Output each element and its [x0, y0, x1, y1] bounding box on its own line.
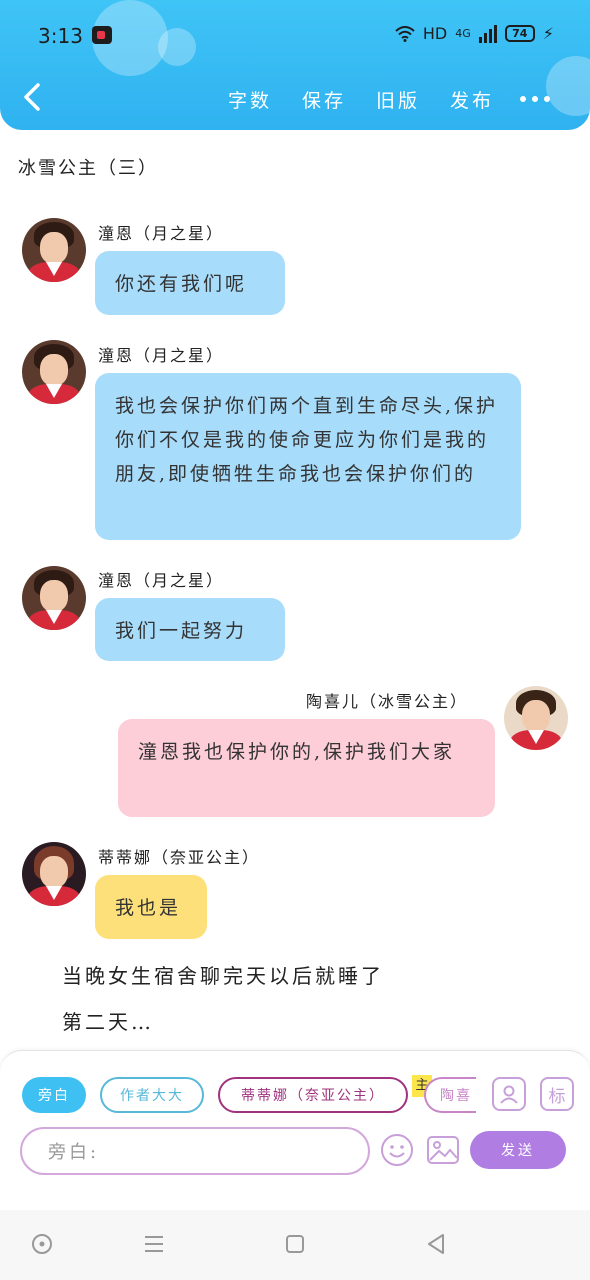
home-icon[interactable]: [283, 1232, 307, 1256]
old-version-button[interactable]: 旧版: [376, 86, 420, 113]
narration-text[interactable]: 当晚女生宿舍聊完天以后就睡了: [62, 960, 384, 989]
menu-icon[interactable]: [142, 1232, 166, 1256]
network-label: HD: [422, 24, 448, 43]
speaker-name: 潼恩（月之星）: [98, 224, 225, 243]
assistant-icon[interactable]: [30, 1232, 54, 1256]
app-header: 3:13 HD 4G 74 ⚡ 字数 保存 旧版 发布: [0, 0, 590, 130]
system-nav-bar: [0, 1210, 590, 1280]
avatar[interactable]: [22, 566, 86, 630]
speaker-name: 潼恩（月之星）: [98, 346, 225, 365]
word-count-button[interactable]: 字数: [228, 86, 272, 113]
cell-label: 4G: [455, 27, 471, 40]
screen-record-icon: [92, 26, 112, 44]
decor-bubble: [546, 56, 590, 116]
message-bubble[interactable]: 潼恩我也保护你的,保护我们大家: [118, 719, 495, 817]
charging-icon: ⚡: [542, 24, 554, 43]
message-bubble[interactable]: 我也会保护你们两个直到生命尽头,保护你们不仅是我的使命更应为你们是我的朋友,即使…: [95, 373, 521, 540]
message-bubble[interactable]: 你还有我们呢: [95, 251, 285, 315]
role-chip-narrator[interactable]: 旁白: [22, 1077, 86, 1113]
avatar[interactable]: [504, 686, 568, 750]
role-chip-character[interactable]: 蒂蒂娜（奈亚公主）: [218, 1077, 408, 1113]
speaker-name: 陶喜儿（冰雪公主）: [306, 692, 469, 711]
wifi-icon: [395, 25, 415, 42]
speaker-name: 蒂蒂娜（奈亚公主）: [98, 848, 261, 867]
message-bubble[interactable]: 我也是: [95, 875, 207, 939]
battery-icon: 74: [504, 25, 535, 42]
message-bubble[interactable]: 我们一起努力: [95, 598, 285, 661]
avatar[interactable]: [22, 842, 86, 906]
publish-button[interactable]: 发布: [450, 86, 494, 113]
header-actions: 字数 保存 旧版 发布: [228, 86, 494, 113]
tag-icon[interactable]: 标: [540, 1077, 574, 1111]
chapter-title: 冰雪公主（三）: [18, 158, 158, 179]
back-icon[interactable]: [424, 1232, 448, 1256]
save-button[interactable]: 保存: [302, 86, 346, 113]
more-icon[interactable]: [520, 96, 550, 102]
role-chip-character[interactable]: 陶喜: [424, 1077, 476, 1113]
send-button[interactable]: 发送: [470, 1131, 566, 1169]
narration-text[interactable]: 第二天…: [62, 1006, 154, 1035]
status-time: 3:13: [38, 24, 83, 48]
avatar[interactable]: [22, 340, 86, 404]
emoji-icon[interactable]: [380, 1133, 414, 1167]
avatar[interactable]: [22, 218, 86, 282]
speaker-name: 潼恩（月之星）: [98, 571, 225, 590]
role-chip-author[interactable]: 作者大大: [100, 1077, 204, 1113]
character-manage-icon[interactable]: [492, 1077, 526, 1111]
status-icons: HD 4G 74 ⚡: [395, 24, 554, 43]
message-input[interactable]: 旁白:: [20, 1127, 370, 1175]
signal-icon: [478, 24, 497, 43]
back-arrow-icon[interactable]: [20, 82, 44, 112]
image-icon[interactable]: [426, 1133, 460, 1167]
composer-panel: 旁白 作者大大 蒂蒂娜（奈亚公主） 主 陶喜 标 旁白: 发送: [0, 1050, 590, 1210]
decor-bubble: [158, 28, 196, 66]
